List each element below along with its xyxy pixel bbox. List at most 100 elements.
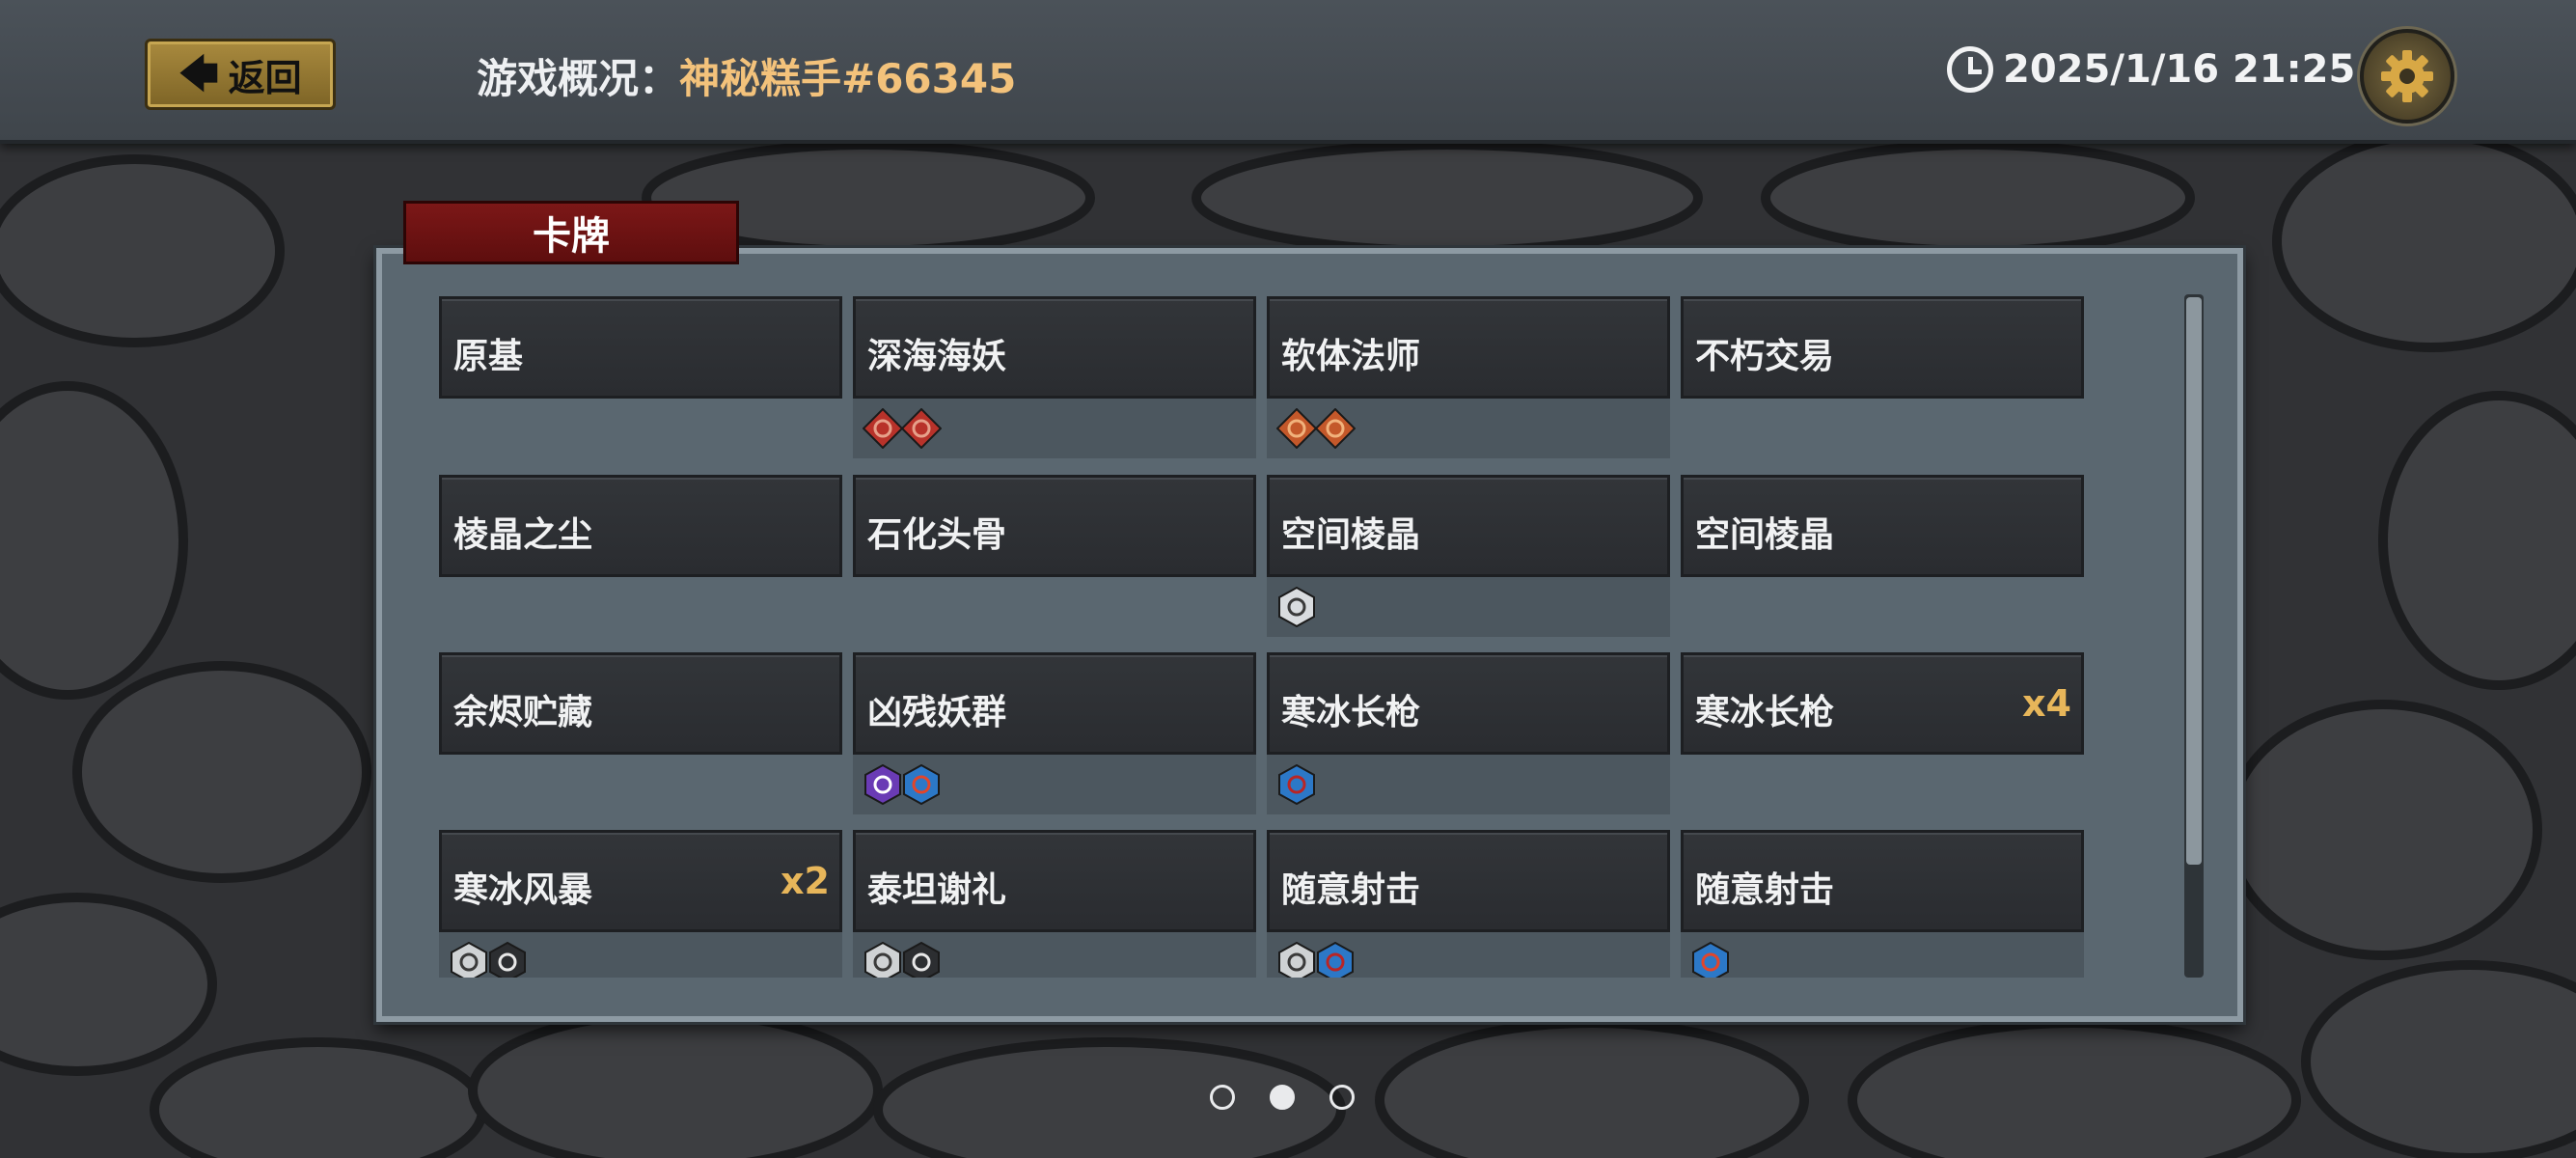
card-item[interactable]: 不朽交易 bbox=[1681, 294, 2084, 458]
card-name: 随意射击 bbox=[1281, 870, 1421, 910]
card-name-bar[interactable]: 随意射击 bbox=[1267, 830, 1670, 932]
dark-hex-icon bbox=[489, 942, 526, 978]
game-overview-title: 游戏概况：神秘糕手#66345 bbox=[477, 46, 1016, 105]
datetime-display: 2025/1/16 21:25 bbox=[1947, 46, 2355, 93]
card-item[interactable]: 余烬贮藏 bbox=[439, 650, 842, 814]
gear-icon bbox=[2381, 50, 2433, 102]
card-name: 原基 bbox=[453, 337, 524, 376]
datetime-text: 2025/1/16 21:25 bbox=[2003, 47, 2356, 92]
card-tag-strip bbox=[853, 755, 1256, 814]
card-item[interactable]: 空间棱晶 bbox=[1681, 473, 2084, 637]
card-tag-strip bbox=[1681, 399, 2084, 458]
card-item[interactable]: 寒冰风暴 x2 bbox=[439, 828, 842, 978]
card-item[interactable]: 深海海妖 bbox=[853, 294, 1256, 458]
card-name: 寒冰长枪 bbox=[1281, 693, 1421, 732]
card-tag-strip bbox=[439, 577, 842, 637]
card-name-bar[interactable]: 棱晶之尘 bbox=[439, 475, 842, 577]
card-item[interactable]: 泰坦谢礼 bbox=[853, 828, 1256, 978]
card-item[interactable]: 寒冰长枪 x4 bbox=[1681, 650, 2084, 814]
card-tag-strip bbox=[1681, 577, 2084, 637]
card-tag-strip bbox=[1681, 932, 2084, 978]
settings-button[interactable] bbox=[2360, 29, 2454, 124]
back-button-label: 返回 bbox=[228, 56, 302, 99]
card-item[interactable]: 石化头骨 bbox=[853, 473, 1256, 637]
card-name: 不朽交易 bbox=[1695, 337, 1835, 376]
card-tag-strip bbox=[439, 932, 842, 978]
card-tag-strip bbox=[1267, 399, 1670, 458]
card-name: 深海海妖 bbox=[867, 337, 1007, 376]
card-tag-strip bbox=[853, 577, 1256, 637]
page-indicator bbox=[1210, 1085, 1355, 1110]
card-tag-strip bbox=[1267, 577, 1670, 637]
card-tag-strip bbox=[853, 399, 1256, 458]
card-name-bar[interactable]: 随意射击 bbox=[1681, 830, 2084, 932]
card-name-bar[interactable]: 原基 bbox=[439, 296, 842, 399]
card-count: x4 bbox=[2022, 682, 2071, 725]
card-name-bar[interactable]: 软体法师 bbox=[1267, 296, 1670, 399]
card-name: 寒冰长枪 bbox=[1695, 693, 1835, 732]
purple-hex-icon bbox=[864, 764, 901, 805]
orange-shield-icon bbox=[1315, 408, 1356, 449]
red-rune-icon bbox=[901, 408, 942, 449]
scrollbar-thumb[interactable] bbox=[2186, 297, 2202, 865]
card-name: 余烬贮藏 bbox=[453, 693, 593, 732]
card-grid[interactable]: 原基 深海海妖 软体法师 不朽交易 棱晶之尘 石化头骨 空间棱晶 空间棱晶 余烬贮藏 凶残妖群 寒冰… bbox=[439, 294, 2098, 978]
orange-shield-icon bbox=[1276, 408, 1317, 449]
blue-hex-icon bbox=[1317, 942, 1354, 978]
red-rune-icon bbox=[863, 408, 903, 449]
white-hex-icon bbox=[864, 942, 901, 978]
blue-hex-icon bbox=[1278, 764, 1315, 805]
back-button[interactable]: 🡄 返回 bbox=[145, 39, 336, 110]
card-item[interactable]: 随意射击 bbox=[1267, 828, 1670, 978]
card-name: 棱晶之尘 bbox=[453, 515, 593, 555]
card-tag-strip bbox=[439, 399, 842, 458]
card-item[interactable]: 寒冰长枪 bbox=[1267, 650, 1670, 814]
top-bar: 🡄 返回 游戏概况：神秘糕手#66345 2025/1/16 21:25 bbox=[0, 0, 2576, 144]
blue-fire-hex-icon bbox=[903, 764, 940, 805]
card-name: 随意射击 bbox=[1695, 870, 1835, 910]
dark-hex-icon bbox=[903, 942, 940, 978]
card-name-bar[interactable]: 深海海妖 bbox=[853, 296, 1256, 399]
card-name: 空间棱晶 bbox=[1281, 515, 1421, 555]
card-item[interactable]: 棱晶之尘 bbox=[439, 473, 842, 637]
card-name-bar[interactable]: 凶残妖群 bbox=[853, 652, 1256, 755]
card-item[interactable]: 原基 bbox=[439, 294, 842, 458]
white-eye-icon bbox=[1278, 587, 1315, 627]
card-name-bar[interactable]: 泰坦谢礼 bbox=[853, 830, 1256, 932]
card-tag-strip bbox=[439, 755, 842, 814]
card-tag-strip bbox=[853, 932, 1256, 978]
card-name: 寒冰风暴 bbox=[453, 870, 593, 910]
white-hex-icon bbox=[451, 942, 487, 978]
overview-label: 游戏概况： bbox=[477, 55, 680, 102]
back-arrow-icon: 🡄 bbox=[178, 52, 219, 96]
card-name: 泰坦谢礼 bbox=[867, 870, 1007, 910]
card-name: 凶残妖群 bbox=[867, 693, 1007, 732]
card-name-bar[interactable]: 空间棱晶 bbox=[1681, 475, 2084, 577]
page-dot[interactable] bbox=[1329, 1085, 1355, 1110]
card-item[interactable]: 空间棱晶 bbox=[1267, 473, 1670, 637]
card-name: 空间棱晶 bbox=[1695, 515, 1835, 555]
card-name-bar[interactable]: 石化头骨 bbox=[853, 475, 1256, 577]
card-count: x2 bbox=[781, 860, 830, 902]
card-tag-strip bbox=[1681, 755, 2084, 814]
card-item[interactable]: 随意射击 bbox=[1681, 828, 2084, 978]
clock-icon bbox=[1947, 46, 1993, 93]
card-name-bar[interactable]: 寒冰长枪 x4 bbox=[1681, 652, 2084, 755]
tab-cards[interactable]: 卡牌 bbox=[403, 201, 739, 264]
card-tag-strip bbox=[1267, 755, 1670, 814]
blue-fire-hex-icon bbox=[1692, 942, 1729, 978]
page-dot[interactable] bbox=[1270, 1085, 1295, 1110]
white-hex-icon bbox=[1278, 942, 1315, 978]
page-dot[interactable] bbox=[1210, 1085, 1235, 1110]
card-tag-strip bbox=[1267, 932, 1670, 978]
card-item[interactable]: 凶残妖群 bbox=[853, 650, 1256, 814]
card-name-bar[interactable]: 寒冰风暴 x2 bbox=[439, 830, 842, 932]
card-name: 石化头骨 bbox=[867, 515, 1007, 555]
card-name-bar[interactable]: 空间棱晶 bbox=[1267, 475, 1670, 577]
card-name-bar[interactable]: 不朽交易 bbox=[1681, 296, 2084, 399]
card-name-bar[interactable]: 寒冰长枪 bbox=[1267, 652, 1670, 755]
player-name: 神秘糕手#66345 bbox=[679, 55, 1017, 102]
card-name: 软体法师 bbox=[1281, 337, 1421, 376]
card-name-bar[interactable]: 余烬贮藏 bbox=[439, 652, 842, 755]
card-item[interactable]: 软体法师 bbox=[1267, 294, 1670, 458]
